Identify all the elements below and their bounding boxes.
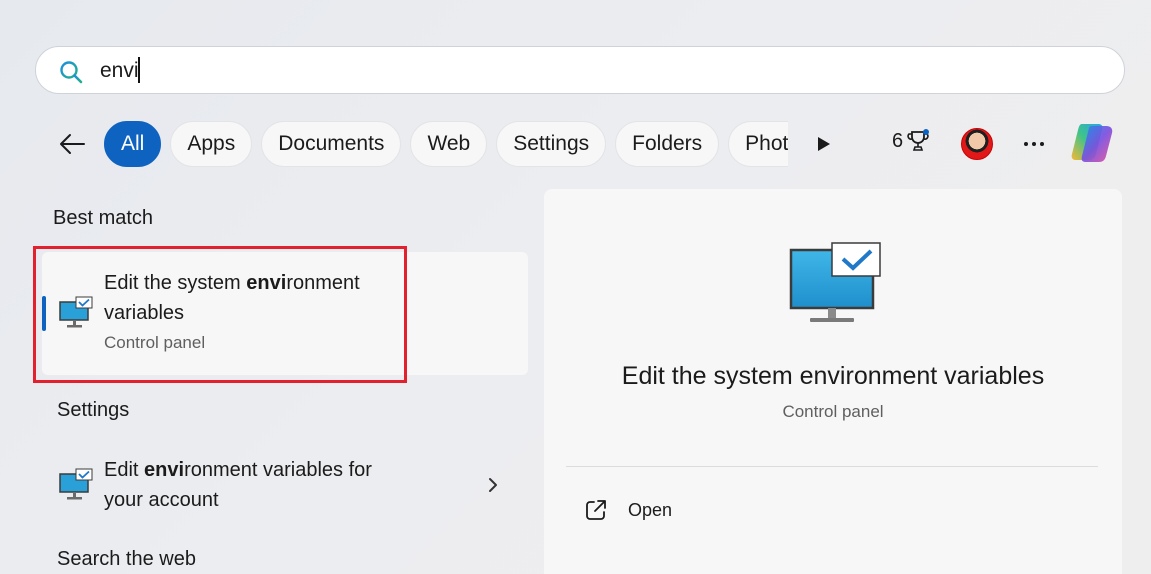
rewards-count: 6 (892, 129, 904, 152)
search-input[interactable] (100, 57, 1000, 85)
search-bar[interactable] (35, 46, 1125, 94)
environment-variables-large-icon (789, 242, 881, 322)
filter-chip-apps[interactable]: Apps (170, 121, 253, 167)
filter-chip-web[interactable]: Web (410, 121, 488, 167)
copilot-icon[interactable] (1068, 120, 1116, 166)
more-icon (1024, 142, 1044, 146)
settings-heading: Settings (57, 399, 130, 421)
scroll-filters-button[interactable] (812, 132, 836, 156)
open-button[interactable]: Open (584, 498, 672, 522)
environment-variables-icon (59, 468, 93, 500)
filter-chip-photos[interactable]: Photos (728, 121, 788, 167)
filter-chip-documents[interactable]: Documents (261, 121, 402, 167)
preview-subtitle: Control panel (782, 402, 884, 421)
play-icon (818, 137, 830, 151)
avatar[interactable] (961, 128, 993, 160)
search-web-heading: Search the web (57, 548, 196, 570)
rewards-button[interactable]: 6 (892, 128, 931, 154)
filter-chip-all[interactable]: All (104, 121, 162, 167)
open-label: Open (628, 499, 673, 520)
filter-chips: All Apps Documents Web Settings Folders … (104, 121, 788, 167)
more-options-button[interactable] (1018, 132, 1050, 156)
trophy-icon (907, 129, 930, 151)
settings-result-title: Edit environment variables for your acco… (104, 459, 372, 511)
filter-chip-folders[interactable]: Folders (615, 121, 720, 167)
preview-title: Edit the system environment variables (621, 362, 1045, 390)
filter-chip-settings[interactable]: Settings (496, 121, 607, 167)
preview-divider (566, 466, 1098, 467)
highlight-box (33, 246, 407, 383)
text-caret (138, 57, 140, 83)
back-button[interactable] (52, 124, 92, 164)
open-external-icon (586, 500, 606, 520)
search-icon (60, 61, 83, 84)
chevron-right-icon[interactable] (485, 474, 501, 496)
best-match-heading: Best match (53, 207, 154, 229)
arrow-left-icon (60, 134, 85, 154)
